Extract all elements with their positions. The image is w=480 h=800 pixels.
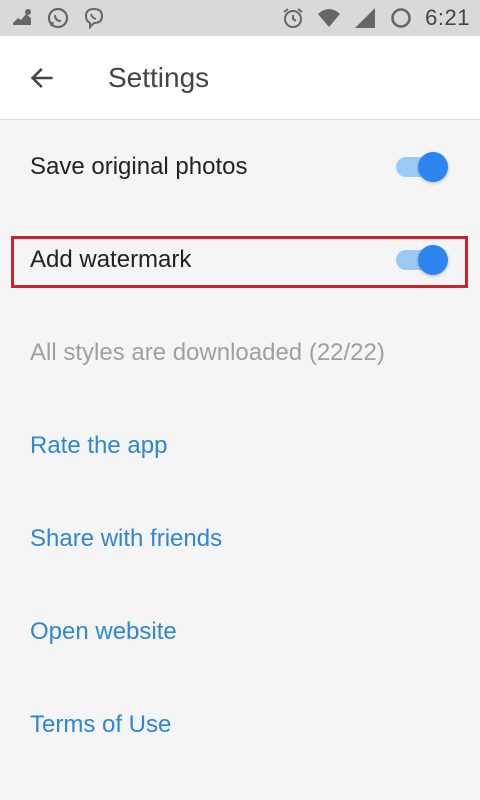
back-button[interactable]: [0, 36, 84, 120]
open-website-row[interactable]: Open website: [0, 585, 480, 678]
arrow-back-icon: [30, 67, 53, 88]
styles-status-row: All styles are downloaded (22/22): [0, 306, 480, 399]
page-title: Settings: [108, 61, 210, 93]
notification-app-icon: [13, 9, 31, 25]
terms-of-use-row[interactable]: Terms of Use: [0, 678, 480, 771]
status-right-icons: 6:21: [281, 5, 470, 31]
save-original-photos-row[interactable]: Save original photos: [0, 120, 480, 213]
status-time: 6:21: [425, 5, 470, 30]
status-left-icons: [10, 6, 106, 30]
save-original-photos-label: Save original photos: [30, 152, 248, 180]
add-watermark-label: Add watermark: [30, 245, 192, 273]
open-website-link[interactable]: Open website: [30, 618, 177, 646]
settings-list: Save original photos Add watermark All s…: [0, 120, 480, 771]
add-watermark-row[interactable]: Add watermark: [0, 213, 480, 306]
signal-icon: [355, 8, 376, 28]
viber-icon: [84, 7, 104, 30]
rate-app-link[interactable]: Rate the app: [30, 432, 167, 460]
toggle-thumb: [418, 244, 448, 275]
wifi-icon: [318, 9, 341, 27]
battery-icon: [391, 8, 411, 28]
terms-of-use-link[interactable]: Terms of Use: [30, 711, 171, 739]
share-with-friends-link[interactable]: Share with friends: [30, 525, 222, 553]
status-bar: 6:21: [0, 0, 480, 36]
app-bar: Settings: [0, 36, 480, 120]
rate-app-row[interactable]: Rate the app: [0, 399, 480, 492]
share-with-friends-row[interactable]: Share with friends: [0, 492, 480, 585]
save-original-photos-toggle[interactable]: [392, 150, 450, 184]
whatsapp-icon: [47, 7, 69, 29]
add-watermark-toggle[interactable]: [392, 243, 450, 277]
alarm-icon: [283, 8, 303, 28]
toggle-thumb: [418, 151, 448, 182]
styles-status-label: All styles are downloaded (22/22): [30, 338, 385, 366]
